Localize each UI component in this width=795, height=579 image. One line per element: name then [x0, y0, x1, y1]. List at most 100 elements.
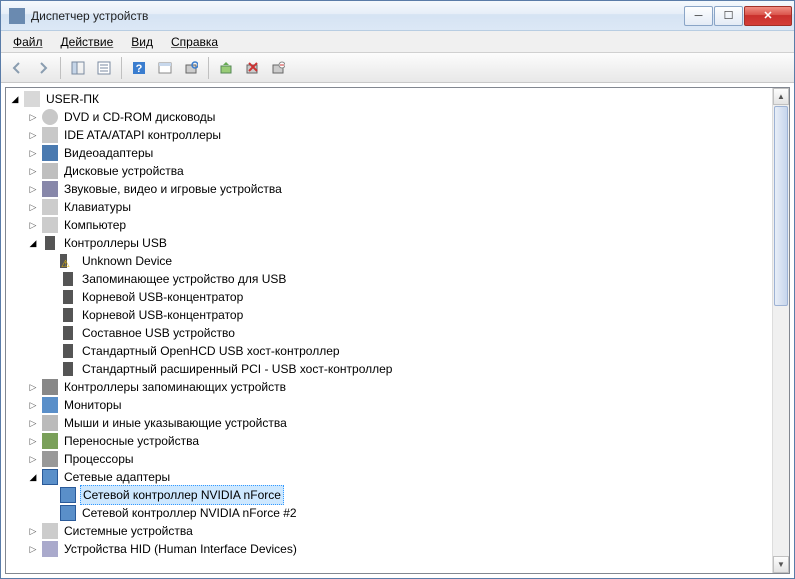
show-hide-tree-button[interactable] — [66, 56, 90, 80]
network-adapter-icon — [42, 469, 58, 485]
menu-view[interactable]: Вид — [123, 33, 161, 51]
help-toolbar-button[interactable]: ? — [127, 56, 151, 80]
device-manager-window: Диспетчер устройств ─ ☐ ✕ Файл Действие … — [0, 0, 795, 579]
tree-item-video[interactable]: ▷ Видеоадаптеры — [8, 144, 787, 162]
scroll-down-button[interactable]: ▼ — [773, 556, 789, 573]
tree-item-dvd[interactable]: ▷ DVD и CD-ROM дисководы — [8, 108, 787, 126]
item-label: Устройства HID (Human Interface Devices) — [62, 540, 299, 558]
device-tree-pane[interactable]: ◢ USER-ПК ▷ DVD и CD-ROM дисководы ▷ IDE… — [5, 87, 790, 574]
network-card-icon — [60, 505, 76, 521]
collapse-arrow-icon[interactable]: ▷ — [26, 110, 40, 124]
tree-item-storage-controllers[interactable]: ▷ Контроллеры запоминающих устройств — [8, 378, 787, 396]
tree-item-network-adapters[interactable]: ◢ Сетевые адаптеры — [8, 468, 787, 486]
update-driver-button[interactable] — [214, 56, 238, 80]
item-label: Составное USB устройство — [80, 324, 237, 342]
collapse-arrow-icon[interactable]: ▷ — [26, 380, 40, 394]
titlebar[interactable]: Диспетчер устройств ─ ☐ ✕ — [1, 1, 794, 31]
tree-root[interactable]: ◢ USER-ПК — [8, 90, 787, 108]
tree-item-usb-storage[interactable]: Запоминающее устройство для USB — [8, 270, 787, 288]
usb-icon — [42, 235, 58, 251]
toolbar-separator — [60, 57, 61, 79]
scroll-thumb[interactable] — [774, 106, 788, 306]
item-label: DVD и CD-ROM дисководы — [62, 108, 217, 126]
menu-help[interactable]: Справка — [163, 33, 226, 51]
tree-item-keyboard[interactable]: ▷ Клавиатуры — [8, 198, 787, 216]
back-button[interactable] — [5, 56, 29, 80]
tree-item-net-nforce2[interactable]: Сетевой контроллер NVIDIA nForce #2 — [8, 504, 787, 522]
maximize-button[interactable]: ☐ — [714, 6, 743, 26]
tree-item-usb-hub[interactable]: Корневой USB-концентратор — [8, 288, 787, 306]
usb-device-icon — [60, 289, 76, 305]
close-button[interactable]: ✕ — [744, 6, 792, 26]
tree-item-hid[interactable]: ▷ Устройства HID (Human Interface Device… — [8, 540, 787, 558]
tree-item-portable[interactable]: ▷ Переносные устройства — [8, 432, 787, 450]
collapse-arrow-icon[interactable]: ▷ — [26, 434, 40, 448]
scan-hardware-button[interactable] — [179, 56, 203, 80]
collapse-arrow-icon[interactable]: ▷ — [26, 218, 40, 232]
tree-item-mice[interactable]: ▷ Мыши и иные указывающие устройства — [8, 414, 787, 432]
tree-item-usb-unknown[interactable]: ⚠ Unknown Device — [8, 252, 787, 270]
tree-item-monitors[interactable]: ▷ Мониторы — [8, 396, 787, 414]
vertical-scrollbar[interactable]: ▲ ▼ — [772, 88, 789, 573]
collapse-arrow-icon[interactable]: ▷ — [26, 164, 40, 178]
disable-button[interactable] — [266, 56, 290, 80]
item-label: Unknown Device — [80, 252, 174, 270]
usb-device-icon — [60, 361, 76, 377]
tree-item-usb[interactable]: ◢ Контроллеры USB — [8, 234, 787, 252]
expand-arrow-icon[interactable]: ◢ — [26, 236, 40, 250]
action-toolbar-button[interactable] — [153, 56, 177, 80]
collapse-arrow-icon[interactable]: ▷ — [26, 542, 40, 556]
minimize-button[interactable]: ─ — [684, 6, 713, 26]
cpu-icon — [42, 451, 58, 467]
storage-controller-icon — [42, 379, 58, 395]
usb-device-icon — [60, 343, 76, 359]
collapse-arrow-icon[interactable]: ▷ — [26, 452, 40, 466]
item-label: Сетевой контроллер NVIDIA nForce #2 — [80, 504, 299, 522]
uninstall-button[interactable] — [240, 56, 264, 80]
menubar: Файл Действие Вид Справка — [1, 31, 794, 53]
disk-icon — [42, 163, 58, 179]
tree-item-sound[interactable]: ▷ Звуковые, видео и игровые устройства — [8, 180, 787, 198]
toolbar-separator — [121, 57, 122, 79]
collapse-arrow-icon[interactable]: ▷ — [26, 200, 40, 214]
tree-item-usb-pci[interactable]: Стандартный расширенный PCI - USB хост-к… — [8, 360, 787, 378]
tree-item-ide[interactable]: ▷ IDE ATA/ATAPI контроллеры — [8, 126, 787, 144]
window-title: Диспетчер устройств — [31, 9, 684, 23]
menu-file[interactable]: Файл — [5, 33, 51, 51]
sound-icon — [42, 181, 58, 197]
tree-item-net-nforce1[interactable]: Сетевой контроллер NVIDIA nForce — [8, 486, 787, 504]
expand-arrow-icon[interactable]: ◢ — [26, 470, 40, 484]
tree-item-usb-openhcd[interactable]: Стандартный OpenHCD USB хост-контроллер — [8, 342, 787, 360]
expand-arrow-icon[interactable]: ◢ — [8, 92, 22, 106]
tree-item-usb-composite[interactable]: Составное USB устройство — [8, 324, 787, 342]
svg-text:?: ? — [136, 63, 143, 75]
collapse-arrow-icon[interactable]: ▷ — [26, 182, 40, 196]
item-label: Стандартный OpenHCD USB хост-контроллер — [80, 342, 342, 360]
collapse-arrow-icon[interactable]: ▷ — [26, 524, 40, 538]
usb-device-icon — [60, 307, 76, 323]
display-adapter-icon — [42, 145, 58, 161]
network-card-icon — [60, 487, 76, 503]
item-label: Звуковые, видео и игровые устройства — [62, 180, 284, 198]
scroll-up-button[interactable]: ▲ — [773, 88, 789, 105]
forward-button[interactable] — [31, 56, 55, 80]
tree-item-disk[interactable]: ▷ Дисковые устройства — [8, 162, 787, 180]
tree-item-usb-hub[interactable]: Корневой USB-концентратор — [8, 306, 787, 324]
item-label: Системные устройства — [62, 522, 195, 540]
collapse-arrow-icon[interactable]: ▷ — [26, 128, 40, 142]
root-label: USER-ПК — [44, 90, 101, 108]
tree-item-processors[interactable]: ▷ Процессоры — [8, 450, 787, 468]
collapse-arrow-icon[interactable]: ▷ — [26, 398, 40, 412]
computer-category-icon — [42, 217, 58, 233]
collapse-arrow-icon[interactable]: ▷ — [26, 146, 40, 160]
collapse-arrow-icon[interactable]: ▷ — [26, 416, 40, 430]
item-label: Сетевые адаптеры — [62, 468, 172, 486]
menu-action[interactable]: Действие — [53, 33, 122, 51]
item-label: Корневой USB-концентратор — [80, 306, 245, 324]
tree-item-computer[interactable]: ▷ Компьютер — [8, 216, 787, 234]
tree-item-system[interactable]: ▷ Системные устройства — [8, 522, 787, 540]
toolbar: ? — [1, 53, 794, 83]
properties-toolbar-button[interactable] — [92, 56, 116, 80]
usb-device-icon — [60, 325, 76, 341]
item-label: Корневой USB-концентратор — [80, 288, 245, 306]
